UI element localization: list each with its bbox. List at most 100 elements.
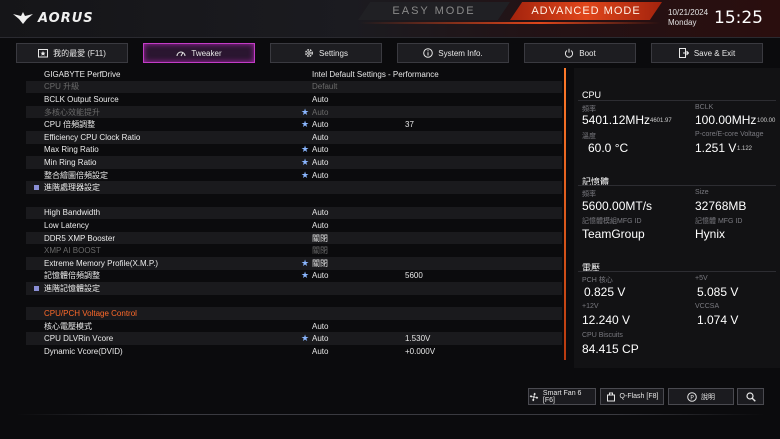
q-flash-button[interactable]: Q-Flash [F8] <box>600 388 664 405</box>
setting-label: GIGABYTE PerfDrive <box>44 69 121 79</box>
setting-label: High Bandwidth <box>44 208 101 218</box>
eagle-icon <box>13 12 33 24</box>
help-circle-icon: P <box>687 391 697 402</box>
setting-row[interactable]: Extreme Memory Profile(X.M.P.) ★ 關閉 <box>26 256 562 270</box>
bclk-sub: 100.00 <box>757 118 776 124</box>
tab-save-exit[interactable]: Save & Exit <box>651 43 763 63</box>
top-header: AORUS EASY MODE ADVANCED MODE 10/21/2024… <box>0 0 780 38</box>
date-text: 10/21/2024 <box>668 8 709 17</box>
favorite-star-icon[interactable]: ★ <box>301 170 309 181</box>
setting-value[interactable]: 關閉 <box>312 258 328 269</box>
favorite-star-icon[interactable]: ★ <box>301 144 309 155</box>
setting-row <box>26 194 562 207</box>
setting-label: CPU DLVRin Vcore <box>44 334 114 344</box>
settings-list: GIGABYTE PerfDrive Intel Default Settings… <box>26 68 562 360</box>
favorite-star-icon[interactable]: ★ <box>301 333 309 344</box>
core-voltage-sub: 1.122 <box>737 146 753 152</box>
setting-row[interactable]: 進階處理器設定 <box>26 181 562 194</box>
setting-row[interactable]: High Bandwidth Auto <box>26 206 562 220</box>
setting-label: CPU 倍頻調整 <box>44 120 96 130</box>
setting-value[interactable]: Auto <box>312 95 328 104</box>
favorite-star-icon[interactable]: ★ <box>301 270 309 281</box>
setting-value[interactable]: Auto <box>312 347 328 356</box>
fan-icon <box>529 392 539 401</box>
setting-label: 多核心效能提升 <box>44 107 100 117</box>
setting-row[interactable]: CPU DLVRin Vcore ★ Auto 1.530V <box>26 332 562 346</box>
cpu-biscuits-value: 84.415 CP <box>582 342 639 356</box>
divider <box>578 271 776 272</box>
setting-row[interactable]: CPU 倍頻調整 ★ Auto 37 <box>26 118 562 131</box>
tab-boot[interactable]: Boot <box>524 43 636 63</box>
setting-row[interactable]: Dynamic Vcore(DVID) Auto +0.000V <box>26 345 562 358</box>
voltage-section-title: 電壓 <box>582 263 601 273</box>
bclk-label: BCLK <box>695 104 714 111</box>
favorite-star-icon[interactable]: ★ <box>301 119 309 130</box>
setting-value[interactable]: Auto <box>312 145 328 154</box>
setting-value[interactable]: 關閉 <box>312 233 328 244</box>
setting-row[interactable]: 多核心效能提升 ★ Auto <box>26 105 562 119</box>
settings-scrollbar[interactable] <box>564 68 566 360</box>
setting-value[interactable]: Auto <box>312 322 328 331</box>
search-button[interactable] <box>737 388 764 405</box>
mem-module-value: TeamGroup <box>582 227 645 241</box>
help-button[interactable]: P 說明 <box>668 388 734 405</box>
setting-row[interactable]: XMP AI BOOST 關閉 <box>26 244 562 257</box>
tab-label: Tweaker <box>191 48 222 58</box>
weekday-text: Monday <box>668 18 697 27</box>
setting-row[interactable]: Max Ring Ratio ★ Auto <box>26 144 562 157</box>
cpu-temp-value: 60.0 °C <box>588 141 629 155</box>
favorite-star-icon[interactable]: ★ <box>301 107 309 118</box>
setting-row[interactable]: 記憶體倍頻調整 ★ Auto 5600 <box>26 270 562 283</box>
setting-value[interactable]: Auto <box>312 108 328 117</box>
setting-label: Extreme Memory Profile(X.M.P.) <box>44 258 159 268</box>
setting-value[interactable]: Auto <box>312 208 328 217</box>
setting-value[interactable]: Auto <box>312 133 328 142</box>
date-display: 10/21/2024 Monday <box>668 8 708 28</box>
tab-label: Save & Exit <box>693 48 736 58</box>
setting-row[interactable]: DDR5 XMP Booster 關閉 <box>26 231 562 245</box>
tab-tweaker[interactable]: Tweaker <box>143 43 255 63</box>
setting-row[interactable]: Min Ring Ratio ★ Auto <box>26 156 562 169</box>
setting-label: 核心電壓模式 <box>44 321 92 331</box>
setting-row[interactable]: Efficiency CPU Clock Ratio Auto <box>26 130 562 144</box>
scrollbar-thumb[interactable] <box>564 68 566 360</box>
aorus-logo: AORUS <box>12 9 102 27</box>
smart-fan-label: Smart Fan 6 [F6] <box>542 389 582 404</box>
setting-value[interactable]: Auto <box>312 334 328 343</box>
setting-value[interactable]: Default <box>312 82 337 91</box>
setting-value[interactable]: 關閉 <box>312 245 328 256</box>
setting-current-value: 37 <box>405 120 414 130</box>
setting-value[interactable]: Auto <box>312 221 328 230</box>
easy-mode-button[interactable]: EASY MODE <box>358 2 510 20</box>
exit-icon <box>678 48 689 58</box>
setting-row[interactable]: 進階記憶體設定 <box>26 282 562 295</box>
mem-freq-value: 5600.00MT/s <box>582 199 653 213</box>
setting-row[interactable]: CPU/PCH Voltage Control <box>26 307 562 320</box>
setting-current-value: 5600 <box>405 271 423 281</box>
setting-row[interactable]: 核心電壓模式 Auto <box>26 320 562 333</box>
setting-label: 進階處理器設定 <box>44 183 100 193</box>
smart-fan-button[interactable]: Smart Fan 6 [F6] <box>528 388 596 405</box>
setting-value[interactable]: Auto <box>312 271 328 280</box>
setting-value[interactable]: Auto <box>312 120 328 129</box>
tab-system-info[interactable]: System Info. <box>397 43 509 63</box>
tab-favorites[interactable]: 我的最愛 (F11) <box>16 43 128 63</box>
setting-row[interactable]: GIGABYTE PerfDrive Intel Default Settings… <box>26 68 562 81</box>
setting-value[interactable]: Intel Default Settings - Performance <box>312 70 439 79</box>
favorite-star-icon[interactable]: ★ <box>301 157 309 168</box>
setting-label: 整合繪圖倍頻設定 <box>44 170 108 180</box>
tab-settings[interactable]: Settings <box>270 43 382 63</box>
setting-value[interactable]: Auto <box>312 158 328 167</box>
setting-row[interactable]: Low Latency Auto <box>26 219 562 232</box>
advanced-mode-button[interactable]: ADVANCED MODE <box>510 2 662 20</box>
mem-chip-value: Hynix <box>695 227 726 241</box>
setting-row[interactable]: BCLK Output Source Auto <box>26 93 562 106</box>
setting-value[interactable]: Auto <box>312 171 328 180</box>
section-header: CPU/PCH Voltage Control <box>44 309 137 319</box>
favorite-star-icon[interactable]: ★ <box>301 258 309 269</box>
setting-row[interactable]: 整合繪圖倍頻設定 ★ Auto <box>26 169 562 182</box>
bottom-divider <box>16 414 764 415</box>
setting-label: Efficiency CPU Clock Ratio <box>44 132 141 142</box>
mem-size-value: 32768MB <box>695 199 747 213</box>
setting-row[interactable]: CPU 升級 Default <box>26 80 562 94</box>
